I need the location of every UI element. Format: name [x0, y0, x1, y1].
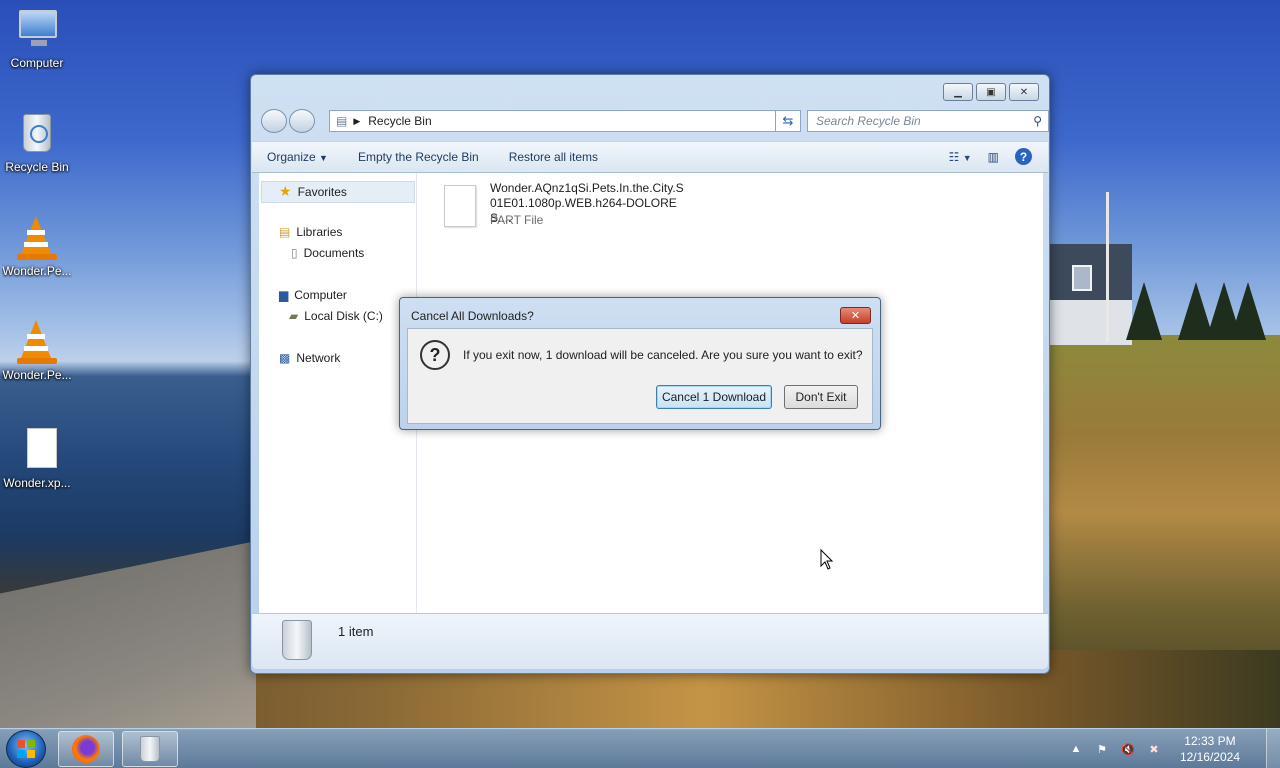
desktop-icon-xpi-file[interactable]: Wonder.xp... [2, 428, 72, 490]
computer-icon: ▆ [279, 288, 289, 302]
disk-icon: ▰ [289, 309, 299, 323]
recycle-bin-icon [140, 736, 160, 762]
details-pane: 1 item [252, 613, 1048, 669]
address-bar[interactable]: ▤ ▶ Recycle Bin ▼ [329, 110, 793, 132]
recycle-bin-icon [282, 620, 312, 660]
refresh-button[interactable]: ⇆ [775, 110, 801, 132]
firefox-icon [72, 735, 100, 763]
view-controls: ☷ ▼ ▥ ? [949, 148, 1032, 165]
taskbar-explorer[interactable] [122, 731, 178, 767]
chevron-down-icon: ▼ [319, 153, 328, 163]
file-type: PART File [490, 213, 544, 227]
vlc-cone-icon [13, 320, 61, 364]
desktop-icon-label: Wonder.Pe... [2, 264, 72, 278]
nav-item-network[interactable]: ▩ Network [279, 351, 340, 365]
navigation-bar: ▤ ▶ Recycle Bin ▼ ⇆ Search Recycle Bin ⚲ [259, 109, 1049, 133]
nav-item-favorites[interactable]: ★ Favorites [279, 183, 347, 200]
nav-item-libraries[interactable]: ▤ Libraries [279, 225, 342, 239]
network-icon: ▩ [279, 351, 291, 365]
start-button[interactable] [6, 730, 46, 768]
nav-item-label: Favorites [297, 184, 347, 199]
taskbar: ▲ ⚑ 🔇 ✖ 12:33 PM 12/16/2024 [0, 728, 1280, 768]
search-placeholder: Search Recycle Bin [816, 114, 921, 128]
item-count: 1 item [338, 624, 374, 639]
help-icon[interactable]: ? [1015, 148, 1032, 165]
dialog-message: If you exit now, 1 download will be canc… [463, 348, 863, 362]
recycle-bin-icon [13, 112, 61, 156]
back-button[interactable] [261, 109, 287, 133]
preview-pane-icon[interactable]: ▥ [988, 150, 999, 164]
desktop-icon-label: Wonder.Pe... [2, 368, 72, 382]
chevron-right-icon: ▶ [353, 115, 361, 126]
desktop-icon-label: Wonder.xp... [3, 476, 71, 490]
desktop-icon-label: Computer [10, 56, 64, 70]
cancel-download-button[interactable]: Cancel 1 Download [656, 385, 772, 409]
clock-date: 12/16/2024 [1179, 750, 1240, 764]
dialog-close-button[interactable]: ✕ [840, 307, 871, 324]
search-input[interactable]: Search Recycle Bin ⚲ [807, 110, 1049, 132]
document-icon [13, 428, 61, 472]
cancel-downloads-dialog: Cancel All Downloads? ✕ ? If you exit no… [399, 297, 881, 430]
action-center-icon[interactable]: ⚑ [1094, 742, 1110, 756]
vlc-cone-icon [13, 216, 61, 260]
nav-item-documents[interactable]: ▯ Documents [291, 246, 364, 260]
wallpaper-house-window [1072, 265, 1092, 291]
organize-menu[interactable]: Organize ▼ [252, 150, 343, 164]
show-hidden-icons-icon[interactable]: ▲ [1068, 742, 1084, 756]
clock-time: 12:33 PM [1184, 734, 1236, 748]
desktop-icon-recycle-bin[interactable]: Recycle Bin [2, 112, 72, 174]
address-text: Recycle Bin [368, 114, 432, 128]
nav-item-label: Documents [303, 246, 365, 260]
computer-icon [13, 8, 61, 52]
desktop-icon-computer[interactable]: Computer [2, 8, 72, 70]
nav-item-computer[interactable]: ▆ Computer [279, 288, 347, 302]
nav-item-label: Network [296, 351, 341, 365]
question-icon: ? [420, 340, 450, 370]
dialog-body: ? If you exit now, 1 download will be ca… [407, 328, 873, 424]
star-icon: ★ [279, 183, 292, 199]
volume-muted-icon[interactable]: 🔇 [1120, 742, 1136, 756]
dont-exit-button[interactable]: Don't Exit [784, 385, 858, 409]
recycle-bin-icon: ▤ [336, 114, 348, 128]
desktop-icon-vlc-file-2[interactable]: Wonder.Pe... [2, 320, 72, 382]
taskbar-firefox[interactable] [58, 731, 114, 767]
organize-label: Organize [267, 150, 316, 164]
restore-all-button[interactable]: Restore all items [494, 150, 613, 164]
show-desktop-button[interactable] [1266, 729, 1280, 768]
desktop-icon-label: Recycle Bin [5, 160, 69, 174]
clock[interactable]: 12:33 PM 12/16/2024 [1180, 733, 1240, 765]
wallpaper-house [1050, 300, 1132, 345]
nav-item-label: Computer [294, 288, 347, 302]
minimize-button[interactable]: ▁ [943, 83, 973, 101]
close-button[interactable]: ✕ [1009, 83, 1039, 101]
navigation-pane: ★ Favorites ▤ Libraries ▯ Documents ▆ Co… [259, 173, 417, 613]
forward-button[interactable] [289, 109, 315, 133]
search-icon[interactable]: ⚲ [1033, 114, 1042, 128]
change-view-icon[interactable]: ☷ ▼ [949, 150, 972, 164]
wallpaper-flagpole [1106, 192, 1109, 342]
nav-item-label: Libraries [296, 225, 343, 239]
nav-item-label: Local Disk (C:) [304, 309, 383, 323]
empty-recycle-bin-button[interactable]: Empty the Recycle Bin [343, 150, 494, 164]
windows-logo-icon [17, 740, 35, 758]
documents-icon: ▯ [291, 246, 298, 260]
file-icon [444, 185, 476, 227]
desktop-icon-vlc-file-1[interactable]: Wonder.Pe... [2, 216, 72, 278]
maximize-button[interactable]: ▣ [976, 83, 1006, 101]
mouse-cursor-icon [820, 549, 834, 570]
network-disconnected-icon[interactable]: ✖ [1146, 742, 1162, 756]
window-controls: ▁ ▣ ✕ [943, 83, 1039, 101]
libraries-icon: ▤ [279, 225, 291, 239]
dialog-title: Cancel All Downloads? [411, 309, 534, 323]
wallpaper-tree [1126, 282, 1162, 340]
nav-item-local-disk[interactable]: ▰ Local Disk (C:) [289, 309, 383, 323]
command-bar: Organize ▼ Empty the Recycle Bin Restore… [252, 141, 1048, 173]
wallpaper-tree [1230, 282, 1266, 340]
file-item[interactable]: Wonder.AQnz1qSi.Pets.In.the.City.S01E01.… [444, 181, 704, 237]
system-tray: ▲ ⚑ 🔇 ✖ 12:33 PM 12/16/2024 [1068, 729, 1240, 768]
